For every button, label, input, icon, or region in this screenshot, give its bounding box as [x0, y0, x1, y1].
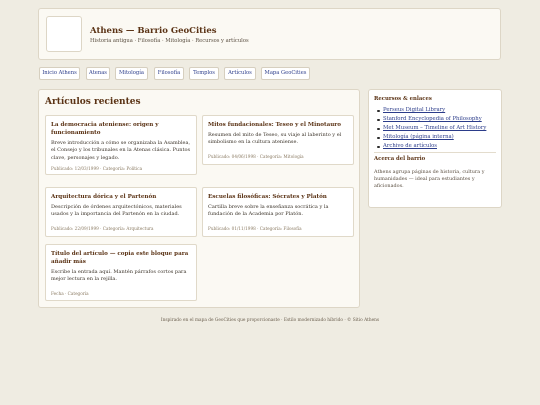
resource-link-met-museum[interactable]: Met Museum – Timeline of Art History — [383, 125, 486, 131]
divider — [374, 152, 496, 153]
article-title[interactable]: La democracia ateniense: origen y funcio… — [51, 121, 191, 137]
article-meta: Publicado: 22/09/1999 · Categoría: Arqui… — [51, 226, 154, 231]
article-excerpt: Breve introducción a cómo se organizaba … — [51, 140, 191, 161]
article-card[interactable]: Título del artículo — copia este bloque … — [45, 244, 197, 301]
article-title[interactable]: Arquitectura dórica y el Partenón — [51, 193, 191, 201]
nav-item-mitologia[interactable]: Mitología — [115, 67, 148, 80]
resources-sidebar: Recursos & enlaces Perseus Digital Libra… — [368, 89, 502, 208]
article-card[interactable]: La democracia ateniense: origen y funcio… — [45, 115, 197, 175]
article-card[interactable]: Arquitectura dórica y el Partenón Descri… — [45, 187, 197, 237]
article-meta: Publicado: 04/06/1998 · Categoría: Mitol… — [208, 154, 304, 159]
about-heading: Acerca del barrio — [374, 156, 426, 162]
resources-list: Perseus Digital Library Stanford Encyclo… — [376, 106, 486, 151]
nav-item-articulos[interactable]: Artículos — [224, 67, 256, 80]
article-excerpt: Descripción de órdenes arquitectónicos, … — [51, 204, 182, 218]
site-logo — [46, 16, 82, 52]
article-excerpt: Cartilla breve sobre la enseñanza socrát… — [208, 204, 329, 218]
article-title[interactable]: Escuelas filosóficas: Sócrates y Platón — [208, 193, 348, 201]
article-excerpt: Escribe la entrada aquí. Mantén párrafos… — [51, 269, 187, 283]
articles-panel: Artículos recientes La democracia atenie… — [38, 89, 360, 308]
site-footer: Inspirado en el mapa de GeoCities que pr… — [160, 318, 380, 323]
list-item: Met Museum – Timeline of Art History — [376, 124, 486, 133]
nav-item-templos[interactable]: Templos — [189, 67, 219, 80]
nav-item-mapa-geocities[interactable]: Mapa GeoCities — [261, 67, 310, 80]
resource-link-mitologia[interactable]: Mitología (página interna) — [383, 134, 454, 140]
resource-link-archivo[interactable]: Archivo de artículos — [383, 143, 437, 149]
list-item: Stanford Encyclopedia of Philosophy — [376, 115, 486, 124]
resources-heading: Recursos & enlaces — [374, 96, 432, 102]
nav-item-filosofia[interactable]: Filosofía — [154, 67, 184, 80]
list-item: Archivo de artículos — [376, 142, 486, 151]
site-header: Athens — Barrio GeoCities Historia antig… — [38, 8, 501, 60]
articles-heading: Artículos recientes — [45, 97, 141, 107]
article-excerpt: Resumen del mito de Teseo, su viaje al l… — [208, 132, 342, 146]
nav-item-atenas[interactable]: Atenas — [86, 67, 110, 80]
list-item: Perseus Digital Library — [376, 106, 486, 115]
article-meta: Publicado: 01/11/1998 · Categoría: Filos… — [208, 226, 302, 231]
nav-item-inicio-athens[interactable]: Inicio Athens — [39, 67, 80, 80]
article-card[interactable]: Escuelas filosóficas: Sócrates y Platón … — [202, 187, 354, 237]
article-meta: Publicado: 12/03/1999 · Categoría: Polít… — [51, 166, 143, 171]
site-title: Athens — Barrio GeoCities — [90, 26, 217, 36]
list-item: Mitología (página interna) — [376, 133, 486, 142]
resource-link-perseus[interactable]: Perseus Digital Library — [383, 107, 445, 113]
site-subtitle: Historia antigua · Filosofía · Mitología… — [90, 38, 249, 44]
article-title[interactable]: Título del artículo — copia este bloque … — [51, 250, 191, 266]
article-title[interactable]: Mitos fundacionales: Teseo y el Minotaur… — [208, 121, 348, 129]
article-meta: Fecha · Categoría — [51, 291, 89, 296]
article-card[interactable]: Mitos fundacionales: Teseo y el Minotaur… — [202, 115, 354, 165]
resource-link-stanford[interactable]: Stanford Encyclopedia of Philosophy — [383, 116, 482, 122]
about-text: Athens agrupa páginas de historia, cultu… — [374, 169, 485, 190]
